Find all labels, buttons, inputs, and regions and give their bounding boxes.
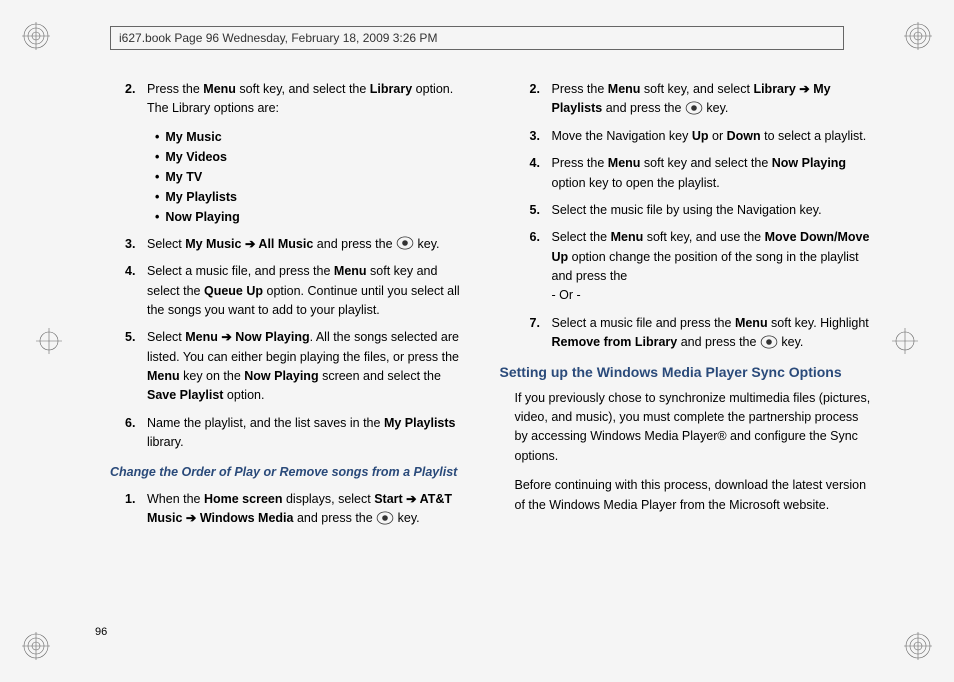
item-number: 5. (125, 328, 147, 406)
ok-key-icon (396, 236, 414, 250)
item-text: Select Menu ➔ Now Playing. All the songs… (147, 328, 470, 406)
item-number: 3. (125, 235, 147, 254)
list-item: 7. Select a music file and press the Men… (500, 314, 875, 353)
item-number: 4. (530, 154, 552, 193)
list-item: 3. Move the Navigation key Up or Down to… (500, 127, 875, 146)
crop-mark-icon (892, 328, 918, 354)
item-number: 1. (125, 490, 147, 529)
page-number: 96 (95, 626, 107, 638)
list-item: 1. When the Home screen displays, select… (95, 490, 470, 529)
bullet-list: My Music My Videos My TV My Playlists No… (95, 127, 470, 227)
page-body: 2. Press the Menu soft key, and select t… (95, 80, 874, 612)
registration-mark-icon (22, 22, 50, 50)
registration-mark-icon (904, 632, 932, 660)
item-text: Select the Menu soft key, and use the Mo… (552, 228, 875, 306)
item-number: 6. (125, 414, 147, 453)
right-column: 2. Press the Menu soft key, and select L… (500, 80, 875, 612)
item-number: 3. (530, 127, 552, 146)
item-text: Move the Navigation key Up or Down to se… (552, 127, 875, 146)
item-text: Press the Menu soft key and select the N… (552, 154, 875, 193)
bullet-item: My TV (155, 167, 470, 187)
list-item: 5. Select the music file by using the Na… (500, 201, 875, 220)
left-column: 2. Press the Menu soft key, and select t… (95, 80, 470, 612)
header-text: i627.book Page 96 Wednesday, February 18… (119, 31, 437, 45)
bullet-item: My Music (155, 127, 470, 147)
item-text: Select a music file and press the Menu s… (552, 314, 875, 353)
list-item: 4. Select a music file, and press the Me… (95, 262, 470, 320)
bullet-item: Now Playing (155, 207, 470, 227)
item-number: 2. (530, 80, 552, 119)
sub-heading: Change the Order of Play or Remove songs… (95, 463, 470, 482)
list-item: 3. Select My Music ➔ All Music and press… (95, 235, 470, 254)
page-header: i627.book Page 96 Wednesday, February 18… (110, 26, 844, 50)
item-text: Select My Music ➔ All Music and press th… (147, 235, 470, 254)
item-number: 4. (125, 262, 147, 320)
item-text: Press the Menu soft key, and select Libr… (552, 80, 875, 119)
item-text: Press the Menu soft key, and select the … (147, 80, 470, 119)
item-text: Select a music file, and press the Menu … (147, 262, 470, 320)
ok-key-icon (376, 511, 394, 525)
list-item: 5. Select Menu ➔ Now Playing. All the so… (95, 328, 470, 406)
bullet-item: My Videos (155, 147, 470, 167)
ok-key-icon (760, 335, 778, 349)
paragraph: Before continuing with this process, dow… (500, 476, 875, 515)
paragraph: If you previously chose to synchronize m… (500, 389, 875, 467)
ok-key-icon (685, 101, 703, 115)
item-text: Name the playlist, and the list saves in… (147, 414, 470, 453)
registration-mark-icon (22, 632, 50, 660)
item-number: 5. (530, 201, 552, 220)
registration-mark-icon (904, 22, 932, 50)
list-item: 4. Press the Menu soft key and select th… (500, 154, 875, 193)
crop-mark-icon (36, 328, 62, 354)
list-item: 2. Press the Menu soft key, and select L… (500, 80, 875, 119)
item-number: 6. (530, 228, 552, 306)
bullet-item: My Playlists (155, 187, 470, 207)
list-item: 6. Select the Menu soft key, and use the… (500, 228, 875, 306)
section-heading: Setting up the Windows Media Player Sync… (500, 363, 875, 381)
list-item: 6. Name the playlist, and the list saves… (95, 414, 470, 453)
item-number: 7. (530, 314, 552, 353)
item-number: 2. (125, 80, 147, 119)
item-text: When the Home screen displays, select St… (147, 490, 470, 529)
list-item: 2. Press the Menu soft key, and select t… (95, 80, 470, 119)
item-text: Select the music file by using the Navig… (552, 201, 875, 220)
